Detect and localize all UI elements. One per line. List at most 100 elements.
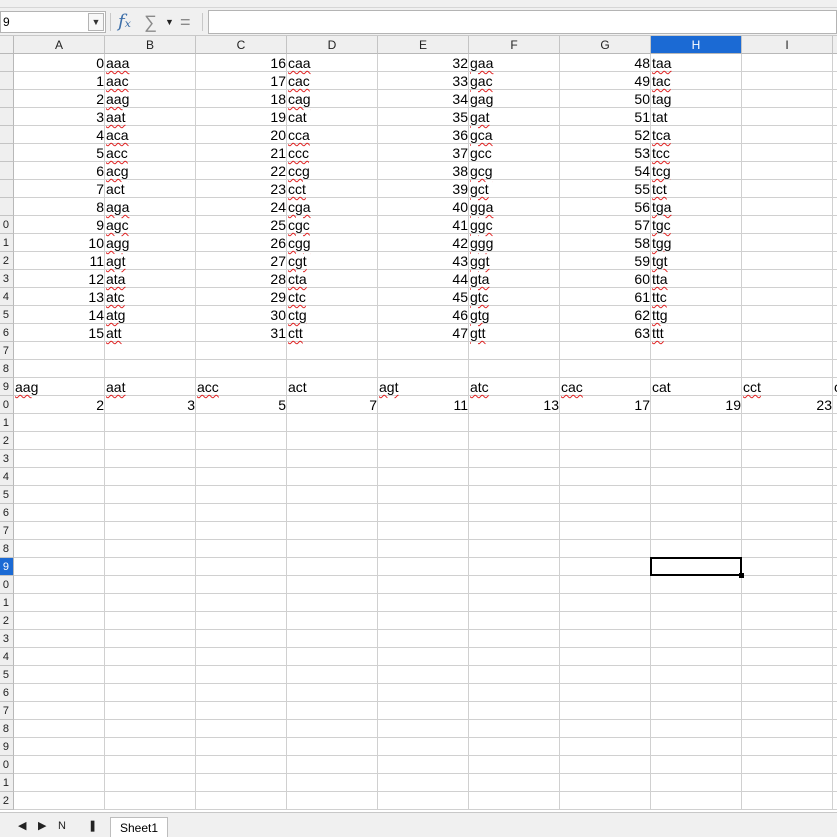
cell[interactable]: [742, 72, 833, 90]
cell[interactable]: [196, 774, 287, 792]
cell[interactable]: [378, 792, 469, 810]
row-header[interactable]: 7: [0, 342, 14, 360]
cell[interactable]: [378, 666, 469, 684]
cell[interactable]: [378, 360, 469, 378]
cell[interactable]: [833, 414, 837, 432]
cell[interactable]: [196, 360, 287, 378]
index-cell[interactable]: 53: [560, 144, 651, 162]
prime-header-cell[interactable]: acc: [196, 378, 287, 396]
index-cell[interactable]: 27: [196, 252, 287, 270]
cell[interactable]: [742, 558, 833, 576]
column-header-partial[interactable]: [833, 36, 837, 54]
prime-header-cell[interactable]: cct: [742, 378, 833, 396]
cell[interactable]: [14, 648, 105, 666]
cell[interactable]: [833, 108, 837, 126]
cell[interactable]: [105, 558, 196, 576]
index-cell[interactable]: 49: [560, 72, 651, 90]
cell[interactable]: [742, 252, 833, 270]
prime-value-cell[interactable]: 2: [14, 396, 105, 414]
cell[interactable]: [651, 486, 742, 504]
cell[interactable]: [14, 774, 105, 792]
cell[interactable]: [833, 648, 837, 666]
cell[interactable]: [833, 684, 837, 702]
prime-header-cell[interactable]: c: [833, 378, 837, 396]
cell[interactable]: [105, 468, 196, 486]
cell[interactable]: [742, 162, 833, 180]
codon-cell[interactable]: agc: [105, 216, 196, 234]
cell[interactable]: [560, 738, 651, 756]
index-cell[interactable]: 25: [196, 216, 287, 234]
cell[interactable]: [469, 432, 560, 450]
codon-cell[interactable]: gtg: [469, 306, 560, 324]
cell[interactable]: [833, 72, 837, 90]
column-header-d[interactable]: D: [287, 36, 378, 54]
cell[interactable]: [742, 108, 833, 126]
cell[interactable]: [105, 414, 196, 432]
codon-cell[interactable]: gca: [469, 126, 560, 144]
cell[interactable]: [560, 666, 651, 684]
cell[interactable]: [105, 720, 196, 738]
cell[interactable]: [651, 702, 742, 720]
cell[interactable]: [742, 630, 833, 648]
prime-value-cell[interactable]: 23: [742, 396, 833, 414]
index-cell[interactable]: 9: [14, 216, 105, 234]
cell[interactable]: [105, 774, 196, 792]
sum-icon[interactable]: ∑: [144, 11, 157, 33]
cell[interactable]: [560, 702, 651, 720]
cell[interactable]: [651, 432, 742, 450]
codon-cell[interactable]: aaa: [105, 54, 196, 72]
column-header-c[interactable]: C: [196, 36, 287, 54]
cell[interactable]: [560, 594, 651, 612]
codon-cell[interactable]: aat: [105, 108, 196, 126]
codon-cell[interactable]: gcg: [469, 162, 560, 180]
codon-cell[interactable]: ctt: [287, 324, 378, 342]
index-cell[interactable]: 19: [196, 108, 287, 126]
cell[interactable]: [378, 702, 469, 720]
cell[interactable]: [833, 306, 837, 324]
cell[interactable]: [742, 702, 833, 720]
row-header[interactable]: 2: [0, 252, 14, 270]
index-cell[interactable]: 14: [14, 306, 105, 324]
index-cell[interactable]: 15: [14, 324, 105, 342]
index-cell[interactable]: 12: [14, 270, 105, 288]
cell[interactable]: [469, 738, 560, 756]
cell[interactable]: [833, 450, 837, 468]
cell[interactable]: [196, 450, 287, 468]
index-cell[interactable]: 34: [378, 90, 469, 108]
cell[interactable]: [105, 342, 196, 360]
cell[interactable]: [196, 522, 287, 540]
codon-cell[interactable]: cct: [287, 180, 378, 198]
codon-cell[interactable]: att: [105, 324, 196, 342]
codon-cell[interactable]: aga: [105, 198, 196, 216]
cell[interactable]: [651, 684, 742, 702]
index-cell[interactable]: 33: [378, 72, 469, 90]
column-header-f[interactable]: F: [469, 36, 560, 54]
cell[interactable]: [287, 450, 378, 468]
index-cell[interactable]: 11: [14, 252, 105, 270]
cell[interactable]: [833, 288, 837, 306]
cell[interactable]: [560, 486, 651, 504]
cell[interactable]: [560, 720, 651, 738]
codon-cell[interactable]: atg: [105, 306, 196, 324]
codon-cell[interactable]: ccg: [287, 162, 378, 180]
cell[interactable]: [196, 720, 287, 738]
cell[interactable]: [14, 738, 105, 756]
cell[interactable]: [742, 468, 833, 486]
index-cell[interactable]: 45: [378, 288, 469, 306]
cell[interactable]: [651, 576, 742, 594]
cell[interactable]: [833, 486, 837, 504]
codon-cell[interactable]: cag: [287, 90, 378, 108]
index-cell[interactable]: 5: [14, 144, 105, 162]
row-header[interactable]: [0, 198, 14, 216]
cell[interactable]: [105, 450, 196, 468]
index-cell[interactable]: 21: [196, 144, 287, 162]
index-cell[interactable]: 42: [378, 234, 469, 252]
cell[interactable]: [651, 666, 742, 684]
codon-cell[interactable]: ttt: [651, 324, 742, 342]
cell[interactable]: [742, 216, 833, 234]
prime-value-cell[interactable]: 3: [105, 396, 196, 414]
cell[interactable]: [196, 702, 287, 720]
index-cell[interactable]: 10: [14, 234, 105, 252]
cell[interactable]: [378, 648, 469, 666]
index-cell[interactable]: 40: [378, 198, 469, 216]
